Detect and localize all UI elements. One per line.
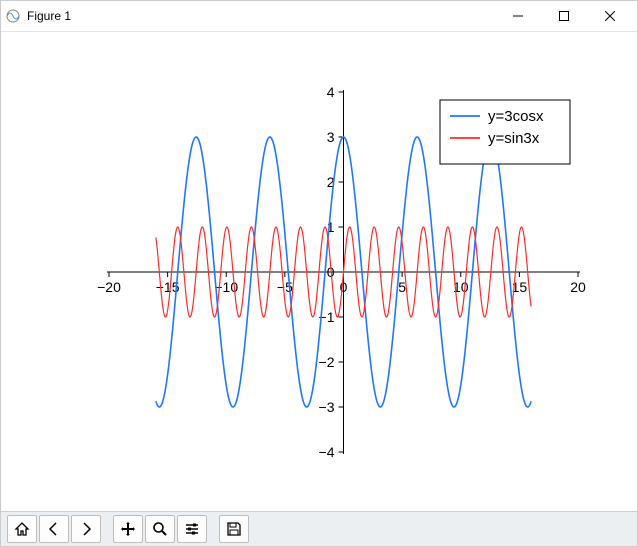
- zoom-icon: [152, 521, 168, 537]
- forward-icon: [78, 521, 94, 537]
- svg-text:−4: −4: [319, 444, 335, 460]
- zoom-button[interactable]: [145, 515, 175, 543]
- configure-button[interactable]: [177, 515, 207, 543]
- titlebar: Figure 1: [1, 1, 637, 32]
- svg-text:0: 0: [340, 279, 348, 295]
- svg-text:20: 20: [570, 279, 586, 295]
- configure-icon: [184, 521, 200, 537]
- chart-canvas: −20−15−10−505101520−4−3−2−101234y=3cosxy…: [39, 52, 599, 492]
- svg-text:y=sin3x: y=sin3x: [488, 130, 540, 147]
- svg-text:3: 3: [327, 129, 335, 145]
- svg-text:−3: −3: [319, 399, 335, 415]
- app-icon: [5, 8, 21, 24]
- close-button[interactable]: [587, 1, 633, 31]
- svg-text:5: 5: [398, 279, 406, 295]
- forward-button[interactable]: [71, 515, 101, 543]
- back-button[interactable]: [39, 515, 69, 543]
- save-button[interactable]: [219, 515, 249, 543]
- pan-icon: [120, 521, 136, 537]
- figure-window: Figure 1 −20−15−10−505101520−4−3−2−10123…: [0, 0, 638, 547]
- svg-text:y=3cosx: y=3cosx: [488, 108, 544, 125]
- back-icon: [46, 521, 62, 537]
- window-title: Figure 1: [27, 9, 71, 23]
- svg-text:4: 4: [327, 84, 335, 100]
- toolbar: [1, 511, 637, 546]
- home-button[interactable]: [7, 515, 37, 543]
- svg-text:−2: −2: [319, 354, 335, 370]
- pan-button[interactable]: [113, 515, 143, 543]
- plot-area[interactable]: −20−15−10−505101520−4−3−2−101234y=3cosxy…: [1, 32, 637, 511]
- home-icon: [14, 521, 30, 537]
- save-icon: [226, 521, 242, 537]
- svg-text:−20: −20: [97, 279, 121, 295]
- minimize-button[interactable]: [495, 1, 541, 31]
- maximize-button[interactable]: [541, 1, 587, 31]
